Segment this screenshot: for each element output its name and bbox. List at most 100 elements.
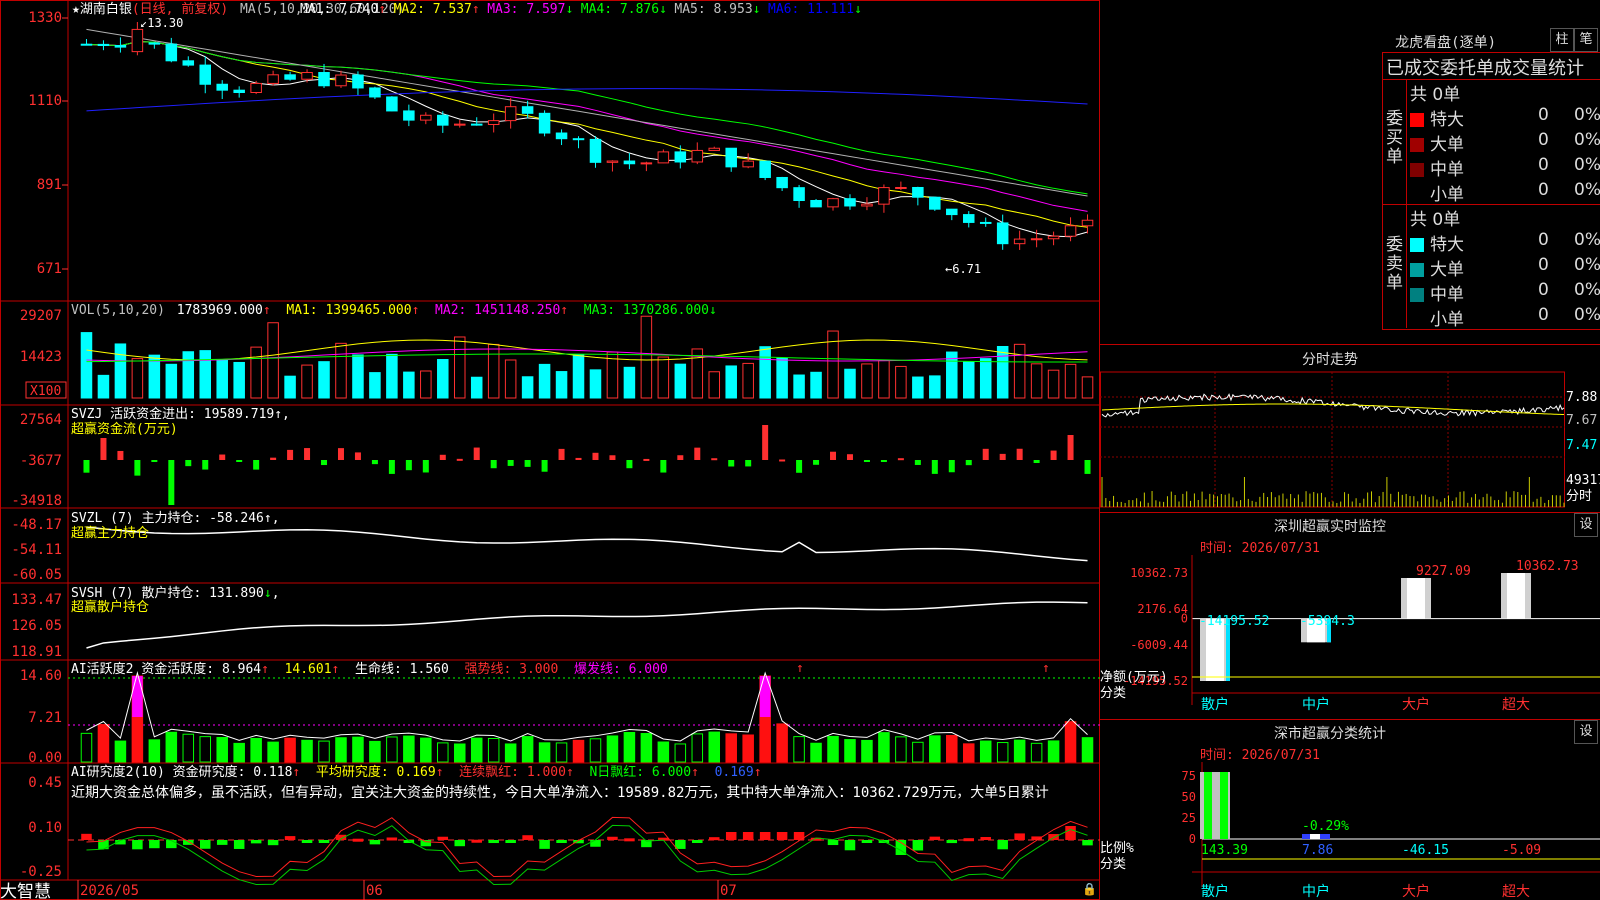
volume-bar (929, 375, 941, 399)
ma-legend-5: MA5: 8.953↓ (674, 2, 760, 17)
activity-bar (538, 742, 551, 763)
research-bar (420, 840, 432, 847)
x-label-may: 2026/05 (80, 883, 139, 899)
tick-toggle-button[interactable]: 笔 (1574, 28, 1598, 52)
ma-legend-6: MA6: 11.111↓ (768, 2, 862, 17)
net-bar-shine (1407, 577, 1425, 619)
chart-canvas[interactable]: ↑ ↑ 1330 1110 891 671 29207 14423 27564 -… (0, 0, 1100, 900)
color-square-icon (1410, 313, 1424, 327)
research-bar (250, 840, 262, 844)
candle-body (589, 138, 602, 163)
activity-bar (352, 736, 364, 763)
low-label: ←6.71 (945, 262, 981, 276)
intra-vol-label: 49317 (1566, 473, 1600, 488)
volume-bar (962, 361, 975, 399)
row-name: 特大 (1430, 110, 1464, 130)
sz-class-settings-button[interactable]: 设 (1574, 720, 1598, 744)
ma-legend-3: MA3: 7.597↓ (487, 2, 573, 17)
candle-body (929, 196, 941, 210)
ratio-value-label: -5.09 (1502, 843, 1541, 858)
volume-bar (114, 343, 127, 399)
candle-body (810, 200, 822, 208)
ratio-value-label: 143.39 (1201, 843, 1248, 858)
activity-bar (640, 733, 653, 763)
flow-bar (1067, 435, 1074, 460)
research-bar (199, 840, 211, 849)
candle-body (386, 96, 398, 112)
intra-ytick: 7.67 (1566, 413, 1597, 428)
flow-bar (304, 448, 311, 460)
activity-bar (725, 733, 737, 763)
ytick-price: 891 (37, 177, 62, 193)
ytick-svsh: 118.91 (11, 644, 62, 660)
net-bar (1401, 577, 1431, 619)
flow-bar (83, 460, 90, 473)
activity-bar (742, 734, 754, 763)
sz-monitor-settings-button[interactable]: 设 (1574, 513, 1598, 537)
candle-body (114, 45, 127, 48)
candle-body (895, 186, 907, 189)
activity-bar (895, 736, 907, 763)
volume-bar (844, 368, 856, 399)
category-label: 散户 (1201, 883, 1229, 900)
volume-bar (725, 365, 737, 399)
activity-bar (555, 742, 568, 763)
row-name: 中单 (1430, 160, 1464, 180)
volume-bar (878, 359, 890, 399)
row-pct: 0% (1574, 155, 1600, 175)
row-pct: 0% (1574, 105, 1600, 125)
research-bar (725, 832, 737, 840)
ytick: 25 (1182, 811, 1196, 825)
flow-bar (965, 460, 972, 466)
flow-bar (948, 460, 955, 473)
flow-bar (219, 454, 226, 460)
row-vol: 0 (1538, 155, 1549, 175)
row-vol: 0 (1538, 180, 1549, 200)
lock-icon[interactable]: 🔒 (1082, 882, 1097, 896)
svsh-sub: 超赢散户持仓 (71, 599, 149, 615)
row-pct: 0% (1574, 255, 1600, 275)
activity-bar (793, 736, 805, 763)
candle-body (470, 123, 483, 126)
research-bar (352, 838, 364, 842)
color-square-icon (1410, 263, 1424, 277)
research-bar (980, 837, 991, 841)
volume-bar (1081, 376, 1094, 399)
candle-body (1047, 235, 1060, 240)
category-label: 超大 (1502, 697, 1530, 713)
arrow-marker: ↑ (1042, 661, 1050, 676)
research-bar (692, 840, 703, 843)
candle-body (487, 120, 500, 126)
buy-total: 共 0单 (1410, 85, 1461, 105)
research-bar (149, 840, 160, 849)
sell-label: 委卖单 (1386, 235, 1403, 293)
volume-bar (810, 371, 822, 399)
activity-bar (216, 737, 228, 763)
research-bar (590, 840, 601, 847)
x-axis-title: 分类 (1100, 686, 1126, 701)
volume-bar (182, 351, 195, 399)
intraday-chart[interactable]: 7.88 7.67 7.47 49317 分时 (1100, 370, 1600, 510)
bar-toggle-button[interactable]: 柱 (1550, 28, 1574, 52)
ytick-ai: 14.60 (20, 668, 62, 684)
flow-bar (541, 460, 548, 472)
ratio-value-label: 7.86 (1302, 843, 1333, 858)
activity-bar (284, 737, 296, 763)
research-bar (1065, 826, 1076, 840)
volume-bar (369, 372, 381, 399)
research-bar (759, 832, 771, 840)
research-bar (861, 840, 873, 843)
volume-bar (555, 371, 568, 399)
activity-bar (1047, 740, 1060, 763)
ratio-bar-stripe (1204, 772, 1212, 839)
activity-bar (708, 731, 721, 763)
net-bar-label: -5394.3 (1300, 614, 1355, 629)
ytick-res: 0.10 (28, 820, 62, 836)
flow-bar (405, 460, 412, 471)
candle-body (946, 208, 958, 216)
activity-bar (946, 735, 958, 763)
category-label: 大户 (1402, 696, 1430, 713)
x-axis-title: 分类 (1100, 857, 1126, 872)
volume-bar (504, 359, 517, 399)
ytick-price: 671 (37, 261, 62, 277)
